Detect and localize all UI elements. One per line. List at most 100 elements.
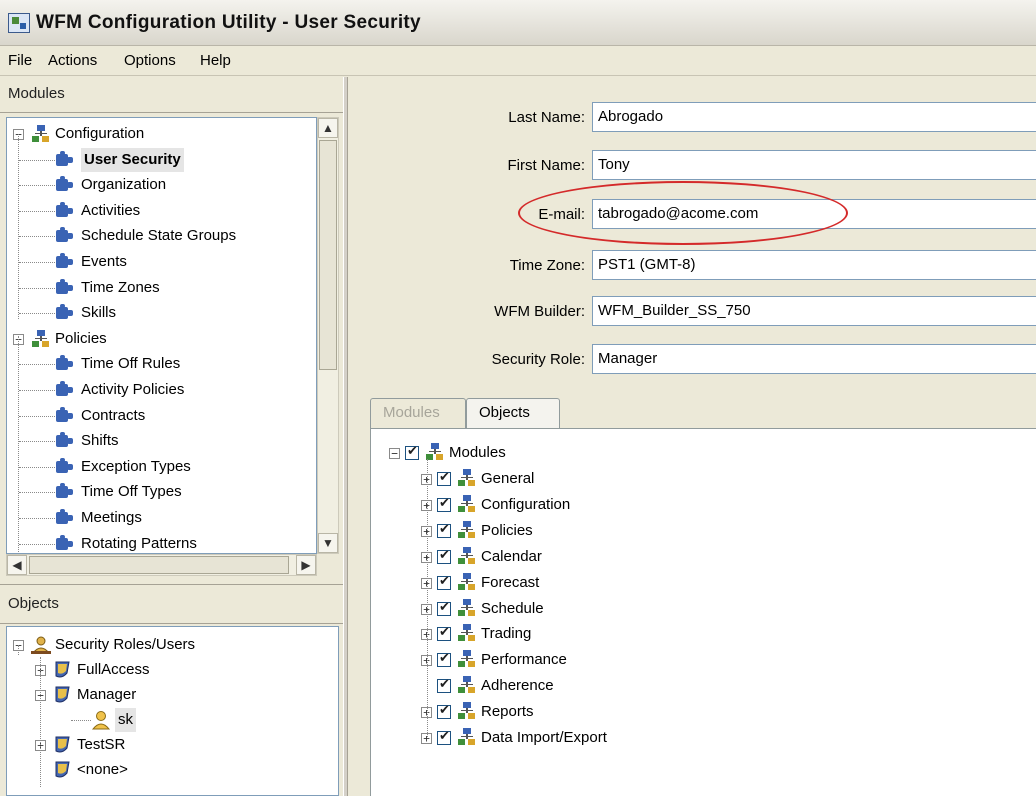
tree-guide-line <box>40 657 41 787</box>
permission-tree-item[interactable]: Schedule <box>481 597 544 621</box>
permission-tree-item[interactable]: Reports <box>481 700 534 724</box>
permission-checkbox[interactable] <box>405 444 419 460</box>
permission-tree-item[interactable]: General <box>481 467 534 491</box>
module-tree-item[interactable]: Activities <box>81 199 140 223</box>
module-tree-item[interactable]: Configuration <box>55 122 144 146</box>
app-icon <box>8 13 30 33</box>
permission-checkbox[interactable] <box>437 470 451 486</box>
permission-checkbox[interactable] <box>437 548 451 564</box>
menu-options[interactable]: Options <box>124 52 176 69</box>
permission-checkbox[interactable] <box>437 651 451 668</box>
tree-connector-line <box>19 466 55 468</box>
module-tree-item[interactable]: Policies <box>55 327 107 351</box>
permissions-tree[interactable]: −Modules+General+Configuration+Policies+… <box>370 428 1036 796</box>
tab-modules[interactable]: Modules <box>370 398 466 428</box>
role-tree-item[interactable]: FullAccess <box>77 658 150 682</box>
permission-tree-item[interactable]: Adherence <box>481 674 554 698</box>
tree-connector-line <box>19 390 55 391</box>
puzzle-piece-icon <box>55 150 75 169</box>
org-chart-icon <box>31 124 51 144</box>
module-tree-item[interactable]: User Security <box>81 147 184 172</box>
modules-horizontal-scrollbar[interactable]: ◀ ▶ <box>6 554 317 576</box>
time-zone-field[interactable]: PST1 (GMT-8) <box>592 250 1036 280</box>
org-chart-icon <box>457 649 477 669</box>
permission-tree-item[interactable]: Trading <box>481 622 531 646</box>
tab-objects[interactable]: Objects <box>466 398 560 428</box>
module-tree-item[interactable]: Organization <box>81 173 166 197</box>
time-zone-label: Time Zone: <box>509 257 585 274</box>
modules-vertical-scrollbar[interactable]: ▲ ▼ <box>317 117 339 554</box>
role-tree-item[interactable]: Security Roles/Users <box>55 633 195 657</box>
permission-checkbox[interactable] <box>437 522 451 538</box>
tree-connector-line <box>19 518 55 519</box>
tree-connector-line <box>19 159 55 161</box>
menu-bar: File Actions Options Help <box>0 46 1036 76</box>
role-tree-item[interactable]: TestSR <box>77 733 125 757</box>
security-role-field[interactable]: Manager <box>592 344 1036 374</box>
menu-help[interactable]: Help <box>200 52 231 69</box>
menu-actions[interactable]: Actions <box>48 52 97 69</box>
scroll-down-button[interactable]: ▼ <box>318 533 338 553</box>
shield-icon <box>53 685 71 705</box>
puzzle-piece-icon <box>55 253 75 271</box>
puzzle-piece-icon <box>55 406 75 425</box>
roles-users-icon <box>31 635 51 655</box>
org-chart-icon <box>457 572 477 592</box>
permission-tree-item[interactable]: Policies <box>481 519 533 543</box>
tree-connector-line <box>19 492 55 494</box>
permission-checkbox[interactable] <box>437 625 451 642</box>
module-tree-item[interactable]: Meetings <box>81 506 142 530</box>
scroll-thumb[interactable] <box>319 140 337 370</box>
permission-checkbox[interactable] <box>437 600 451 616</box>
permission-checkbox[interactable] <box>437 677 451 694</box>
module-tree-item[interactable]: Contracts <box>81 404 145 428</box>
objects-tree[interactable]: − Security Roles/Users + FullAccess − Manager… <box>6 626 339 796</box>
puzzle-piece-icon <box>55 457 75 476</box>
permission-tree-item[interactable]: Performance <box>481 648 567 672</box>
module-tree-item[interactable]: Shifts <box>81 429 119 453</box>
tree-connector-line <box>19 262 55 263</box>
permission-tree-item[interactable]: Forecast <box>481 571 539 595</box>
window-title: WFM Configuration Utility - User Securit… <box>36 12 421 33</box>
module-tree-item[interactable]: Rotating Patterns <box>81 532 197 553</box>
scroll-right-button[interactable]: ▶ <box>296 555 316 575</box>
org-chart-icon <box>457 623 477 643</box>
org-chart-icon <box>457 727 477 747</box>
tree-guide-line <box>427 459 428 737</box>
permission-checkbox[interactable] <box>437 703 451 720</box>
module-tree-item[interactable]: Schedule State Groups <box>81 224 236 248</box>
module-tree-item[interactable]: Time Zones <box>81 276 160 300</box>
permission-tree-item[interactable]: Modules <box>449 441 506 465</box>
module-tree-item[interactable]: Activity Policies <box>81 378 184 402</box>
scroll-left-button[interactable]: ◀ <box>7 555 27 575</box>
role-tree-item[interactable]: <none> <box>77 758 128 782</box>
module-tree-item[interactable]: Time Off Rules <box>81 352 180 376</box>
perm-expander-root[interactable]: − <box>389 448 400 459</box>
tree-connector-line <box>19 287 55 289</box>
user-tree-item[interactable]: sk <box>115 708 136 732</box>
tree-guide-line <box>18 645 19 655</box>
role-tree-item[interactable]: Manager <box>77 683 136 707</box>
permission-tree-item[interactable]: Calendar <box>481 545 542 569</box>
puzzle-piece-icon <box>55 355 75 373</box>
permission-tree-item[interactable]: Data Import/Export <box>481 726 607 750</box>
email-highlight-annotation <box>518 181 848 245</box>
shield-icon <box>53 735 71 755</box>
hscroll-thumb[interactable] <box>29 556 289 574</box>
wfm-builder-field[interactable]: WFM_Builder_SS_750 <box>592 296 1036 326</box>
scroll-up-button[interactable]: ▲ <box>318 118 338 138</box>
last-name-field[interactable]: Abrogado <box>592 102 1036 132</box>
modules-tree[interactable]: − Configuration User Security Organization A… <box>6 117 317 554</box>
permission-checkbox[interactable] <box>437 574 451 590</box>
module-tree-item[interactable]: Skills <box>81 301 116 325</box>
module-tree-item[interactable]: Exception Types <box>81 455 191 479</box>
module-tree-item[interactable]: Events <box>81 250 127 274</box>
permission-checkbox[interactable] <box>437 496 451 512</box>
menu-file[interactable]: File <box>8 52 32 69</box>
org-chart-icon <box>457 468 477 488</box>
permission-tree-item[interactable]: Configuration <box>481 493 570 517</box>
permission-checkbox[interactable] <box>437 729 451 745</box>
tree-connector-line <box>19 236 55 238</box>
module-tree-item[interactable]: Time Off Types <box>81 480 182 504</box>
first-name-field[interactable]: Tony <box>592 150 1036 180</box>
